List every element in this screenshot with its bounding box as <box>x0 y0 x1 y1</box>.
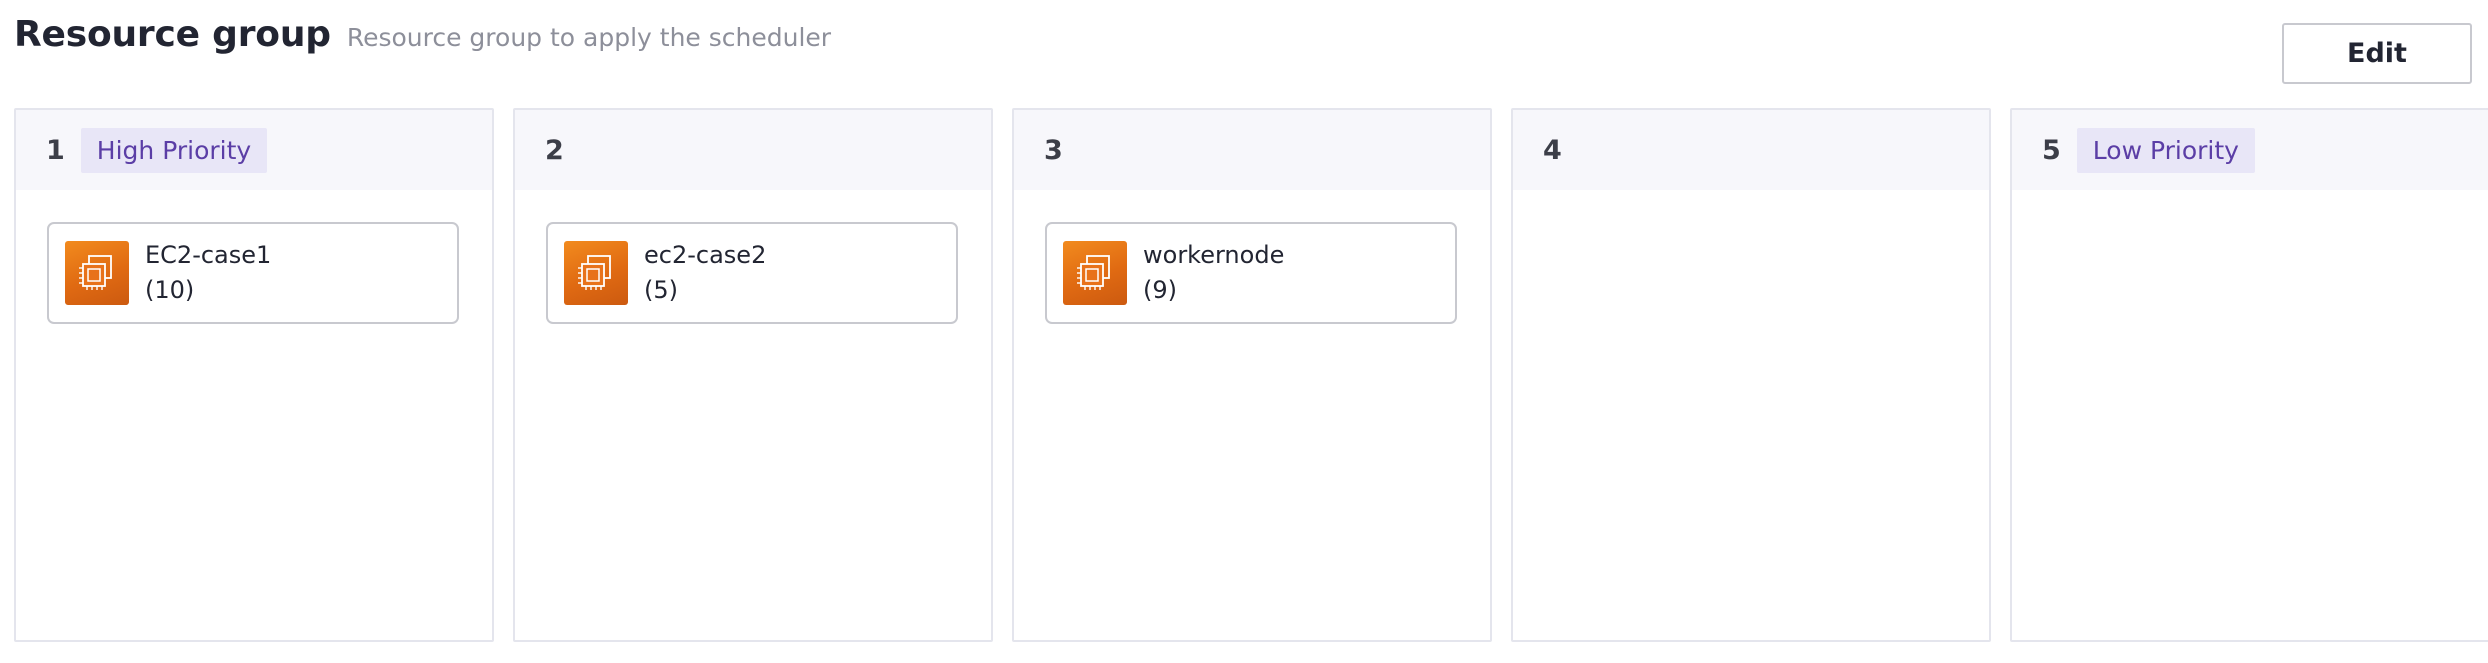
column-body: EC2-case1 (10) <box>16 190 492 356</box>
column-header: 1 High Priority <box>16 110 492 190</box>
priority-column-2: 2 ec2-case2 (5) <box>513 108 993 642</box>
priority-column-1: 1 High Priority EC2-case1 (10) <box>14 108 494 642</box>
column-header: 4 <box>1513 110 1989 190</box>
resource-card-workernode[interactable]: workernode (9) <box>1045 222 1457 324</box>
resource-name: workernode <box>1143 241 1285 269</box>
resource-card-text: ec2-case2 (5) <box>644 238 766 308</box>
column-number: 4 <box>1543 134 1562 166</box>
priority-column-4: 4 <box>1511 108 1991 642</box>
resource-name: EC2-case1 <box>145 241 272 269</box>
column-number: 1 <box>46 134 65 166</box>
column-header: 2 <box>515 110 991 190</box>
resource-card-ec2-case2[interactable]: ec2-case2 (5) <box>546 222 958 324</box>
column-body <box>1513 190 1989 254</box>
section-subtitle: Resource group to apply the scheduler <box>346 23 832 52</box>
resource-card-text: workernode (9) <box>1143 238 1284 308</box>
column-header: 3 <box>1014 110 1490 190</box>
column-number: 2 <box>545 134 564 166</box>
resource-count: (9) <box>1143 276 1177 304</box>
high-priority-badge: High Priority <box>80 127 268 173</box>
section-title: Resource group <box>14 14 331 55</box>
column-header: 5 Low Priority <box>2012 110 2488 190</box>
column-number: 3 <box>1044 134 1063 166</box>
resource-count: (10) <box>145 276 195 304</box>
column-body: ec2-case2 (5) <box>515 190 991 356</box>
low-priority-badge: Low Priority <box>2076 127 2255 173</box>
column-body <box>2012 190 2488 254</box>
ec2-instance-icon <box>1063 241 1127 305</box>
priority-column-3: 3 workernode (9) <box>1012 108 1492 642</box>
ec2-instance-icon <box>564 241 628 305</box>
resource-card-ec2-case1[interactable]: EC2-case1 (10) <box>47 222 459 324</box>
section-header: Resource group Resource group to apply t… <box>14 14 831 70</box>
edit-button[interactable]: Edit <box>2282 23 2472 84</box>
resource-name: ec2-case2 <box>644 241 767 269</box>
resource-count: (5) <box>644 276 678 304</box>
priority-column-5: 5 Low Priority <box>2010 108 2488 642</box>
resource-group-section: Resource group Resource group to apply t… <box>0 0 2488 663</box>
resource-card-text: EC2-case1 (10) <box>145 238 271 308</box>
ec2-instance-icon <box>65 241 129 305</box>
column-body: workernode (9) <box>1014 190 1490 356</box>
priority-columns: 1 High Priority EC2-case1 (10) 2 ec2-cas… <box>14 108 2488 642</box>
column-number: 5 <box>2042 134 2061 166</box>
